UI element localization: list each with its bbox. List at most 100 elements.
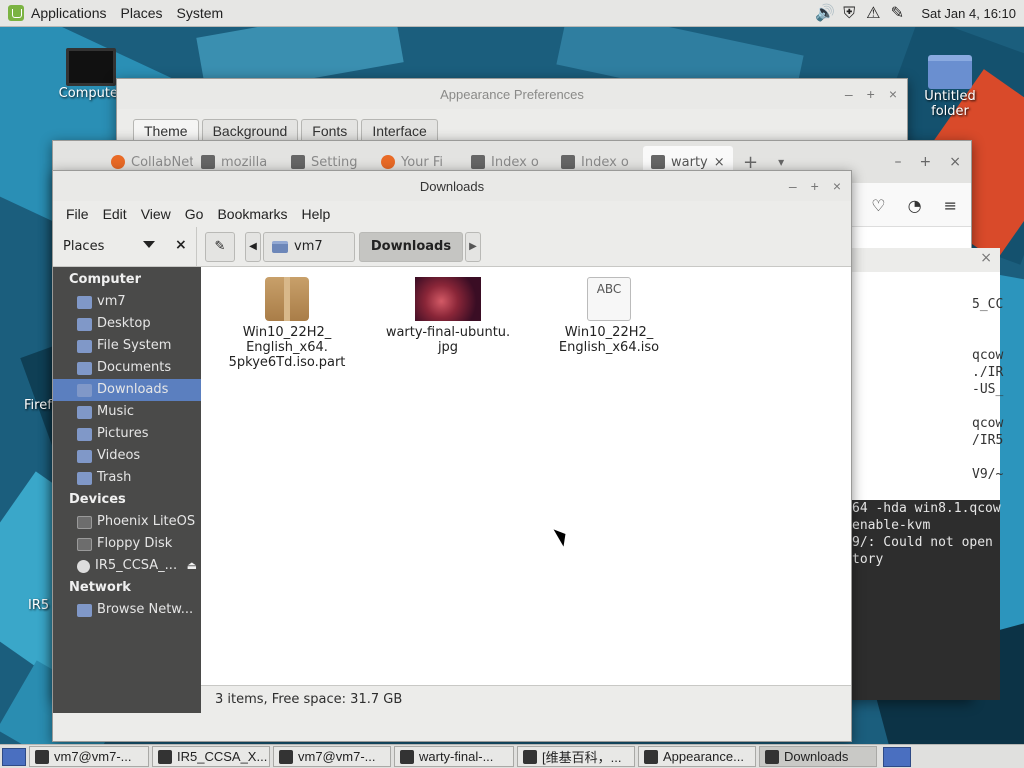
hamburger-menu-icon[interactable]: ≡: [944, 196, 957, 215]
file-item[interactable]: warty-final-ubuntu. jpg: [368, 277, 528, 355]
taskbar-button[interactable]: vm7@vm7-...: [273, 746, 391, 767]
location-toolbar: Places × ✎ ◀ vm7 Downloads ▶: [53, 226, 851, 267]
file-item[interactable]: ABC Win10_22H2_ English_x64.iso: [529, 277, 689, 355]
sidebar-item-trash[interactable]: Trash: [53, 467, 201, 489]
terminal-output[interactable]: 5_CC qcow ./IR -US_ qcow/IR5 V9/~ 64 -hda win8…: [852, 272, 1003, 568]
sidebar-item-pictures[interactable]: Pictures: [53, 423, 201, 445]
terminal-window[interactable]: × 5_CC qcow ./IR -US_ qcow/IR5 V9/~ 64 -hda wi…: [852, 248, 1003, 700]
sidebar-item-floppy-disk[interactable]: Floppy Disk: [53, 533, 201, 555]
minimize-icon[interactable]: –: [789, 178, 797, 194]
folder-icon: [77, 405, 92, 419]
file-item[interactable]: Win10_22H2_ English_x64. 5pkye6Td.iso.pa…: [207, 277, 367, 370]
minimize-icon[interactable]: –: [895, 154, 902, 170]
desktop-icon-firefox[interactable]: Firef: [24, 398, 54, 413]
volume-icon[interactable]: 🔊: [815, 4, 835, 24]
file-view[interactable]: Win10_22H2_ English_x64. 5pkye6Td.iso.pa…: [201, 267, 851, 713]
taskbar-button[interactable]: [维基百科，...: [517, 746, 635, 767]
menu-applications[interactable]: Applications: [24, 5, 114, 21]
chevron-left-icon: ◀: [249, 241, 257, 252]
terminal-line: 9/: Could not open: [852, 534, 1000, 551]
menu-places[interactable]: Places: [114, 5, 170, 21]
show-desktop-button[interactable]: [2, 747, 26, 766]
taskbar-label: vm7@vm7-...: [54, 749, 132, 764]
sidebar-item-label: Documents: [97, 360, 172, 375]
workspace-switcher[interactable]: [883, 746, 911, 767]
maximize-icon[interactable]: +: [811, 178, 819, 194]
maximize-icon[interactable]: +: [920, 154, 932, 170]
close-sidebar-icon[interactable]: ×: [175, 237, 187, 253]
breadcrumb-vm7[interactable]: vm7: [263, 231, 355, 262]
sidebar-item-desktop[interactable]: Desktop: [53, 313, 201, 335]
breadcrumb-downloads[interactable]: Downloads: [359, 231, 463, 262]
sidebar-item-ir5-ccsa[interactable]: IR5_CCSA_... ⏏: [53, 555, 201, 577]
menu-file[interactable]: File: [59, 206, 96, 222]
shield-icon[interactable]: ⛨: [839, 4, 859, 24]
network-icon[interactable]: ✎: [887, 4, 907, 24]
taskbar-button[interactable]: Appearance...: [638, 746, 756, 767]
taskbar-button[interactable]: Downloads: [759, 746, 877, 767]
taskbar-button[interactable]: vm7@vm7-...: [29, 746, 149, 767]
taskbar-button[interactable]: IR5_CCSA_X...: [152, 746, 270, 767]
home-folder-icon: [272, 240, 288, 253]
sidebar-item-file-system[interactable]: File System: [53, 335, 201, 357]
folder-icon: [928, 55, 972, 89]
tab-interface[interactable]: Interface: [361, 119, 438, 142]
close-icon[interactable]: ×: [949, 154, 961, 170]
task-list: vm7@vm7-... IR5_CCSA_X... vm7@vm7-... warty…: [26, 746, 877, 767]
close-icon[interactable]: ×: [833, 178, 841, 194]
downloads-window[interactable]: Downloads – + × File Edit View Go Bookma…: [52, 170, 852, 742]
terminal-line: /IR5: [852, 432, 1003, 449]
maximize-icon[interactable]: +: [867, 86, 875, 102]
top-panel: Applications Places System 🔊 ⛨ ⚠ ✎ Sat J…: [0, 0, 1024, 27]
menu-edit[interactable]: Edit: [96, 206, 134, 222]
sidebar-item-vm7[interactable]: vm7: [53, 291, 201, 313]
clock[interactable]: Sat Jan 4, 16:10: [921, 6, 1016, 21]
terminal-line: [852, 449, 1000, 466]
downloads-titlebar[interactable]: Downloads – + ×: [53, 171, 851, 201]
desktop-icon-ir5[interactable]: IR5: [28, 598, 54, 613]
terminal-line: tory: [852, 551, 1000, 568]
eject-icon[interactable]: ⏏: [187, 555, 197, 577]
menu-view[interactable]: View: [134, 206, 178, 222]
appearance-titlebar[interactable]: Appearance Preferences – + ×: [117, 79, 907, 109]
breadcrumb-forward-button[interactable]: ▶: [465, 231, 481, 262]
chevron-down-icon[interactable]: [143, 240, 155, 248]
mint-logo-icon[interactable]: [8, 5, 24, 21]
chevron-down-icon[interactable]: ▾: [778, 155, 784, 169]
edit-location-button[interactable]: ✎: [205, 231, 235, 262]
minimize-icon[interactable]: –: [845, 86, 853, 102]
menu-system[interactable]: System: [170, 5, 231, 21]
terminal-line: [852, 330, 1000, 347]
tab-theme[interactable]: Theme: [133, 119, 199, 142]
places-label: Places: [63, 239, 105, 254]
close-icon[interactable]: ×: [980, 250, 992, 266]
sidebar-item-browse-netw[interactable]: Browse Netw...: [53, 599, 201, 621]
sidebar-item-label: Music: [97, 404, 134, 419]
menu-bookmarks[interactable]: Bookmarks: [210, 206, 294, 222]
account-icon[interactable]: ◔: [908, 196, 922, 215]
menu-help[interactable]: Help: [295, 206, 338, 222]
folder-icon: [77, 295, 92, 309]
update-notice-icon[interactable]: ⚠: [863, 4, 883, 24]
terminal-titlebar[interactable]: ×: [852, 248, 1000, 272]
pocket-icon[interactable]: ♡: [871, 196, 885, 215]
desktop-icon-untitled-folder[interactable]: Untitled folder: [905, 55, 995, 119]
window-title: Downloads: [419, 178, 485, 194]
file-name: Win10_22H2_: [564, 325, 654, 340]
sidebar-item-videos[interactable]: Videos: [53, 445, 201, 467]
close-icon[interactable]: ×: [889, 86, 897, 102]
close-tab-icon[interactable]: ×: [714, 155, 725, 170]
terminal-line: [852, 483, 1000, 500]
sidebar-item-downloads[interactable]: Downloads: [53, 379, 201, 401]
trash-icon: [77, 471, 92, 485]
menu-go[interactable]: Go: [178, 206, 211, 222]
taskbar-button[interactable]: warty-final-...: [394, 746, 514, 767]
tab-fonts[interactable]: Fonts: [301, 119, 359, 142]
breadcrumb-back-button[interactable]: ◀: [245, 231, 261, 262]
folder-icon: [77, 317, 92, 331]
places-selector[interactable]: Places ×: [53, 226, 197, 267]
sidebar-item-phoenix-liteos[interactable]: Phoenix LiteOS: [53, 511, 201, 533]
tab-background[interactable]: Background: [201, 119, 299, 142]
sidebar-item-documents[interactable]: Documents: [53, 357, 201, 379]
sidebar-item-music[interactable]: Music: [53, 401, 201, 423]
